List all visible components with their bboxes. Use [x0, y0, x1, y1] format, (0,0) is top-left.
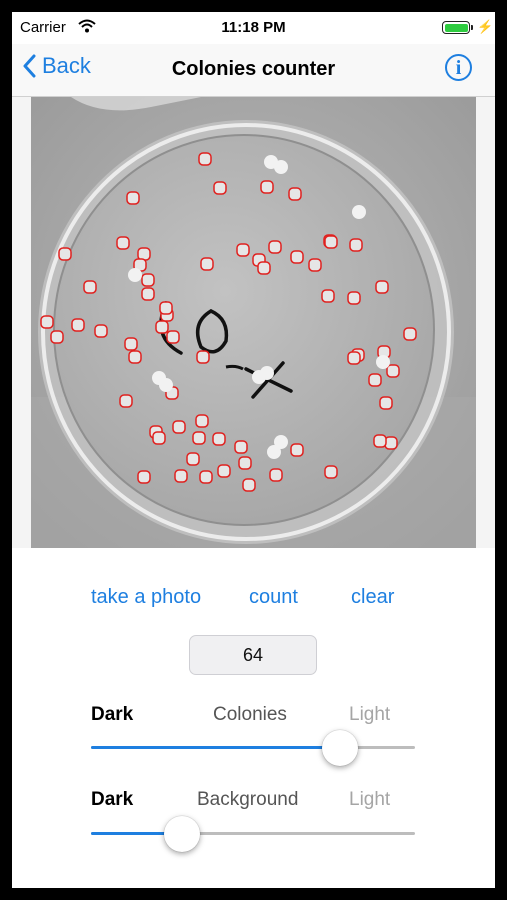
- colonies-slider[interactable]: [91, 746, 415, 749]
- colonies-slider-title: Colonies: [213, 704, 287, 725]
- background-dark-label: Dark: [91, 789, 134, 810]
- colony-marker: [199, 470, 213, 484]
- status-bar: Carrier 11:18 PM ⚡: [12, 12, 495, 44]
- colony-marker: [141, 287, 155, 301]
- colony-marker: [324, 465, 338, 479]
- colony-marker: [159, 301, 173, 315]
- battery-tip: [471, 25, 473, 30]
- colony-marker: [200, 257, 214, 271]
- colony-marker: [192, 431, 206, 445]
- unmarked-colony: [260, 366, 274, 380]
- colony-marker: [124, 337, 138, 351]
- colony-marker: [375, 280, 389, 294]
- colony-marker: [116, 236, 130, 250]
- colony-marker: [137, 470, 151, 484]
- colony-marker: [213, 181, 227, 195]
- colony-marker: [384, 436, 398, 450]
- colony-marker: [196, 350, 210, 364]
- unmarked-colony: [274, 160, 288, 174]
- colony-marker: [152, 431, 166, 445]
- unmarked-colony: [128, 268, 142, 282]
- colonies-slider-thumb[interactable]: [322, 730, 359, 766]
- background-slider-title: Background: [197, 789, 299, 810]
- count-button[interactable]: count: [249, 586, 298, 609]
- page-title: Colonies counter: [171, 58, 336, 80]
- battery-icon: [442, 21, 470, 34]
- colony-marker: [166, 330, 180, 344]
- colony-marker: [368, 373, 382, 387]
- colony-marker: [242, 478, 256, 492]
- colony-marker: [119, 394, 133, 408]
- colony-marker: [386, 364, 400, 378]
- background-light-label: Light: [349, 789, 391, 810]
- take-photo-button[interactable]: take a photo: [91, 586, 201, 609]
- colony-count-field: 64: [189, 635, 317, 675]
- colony-marker: [128, 350, 142, 364]
- colony-marker: [126, 191, 140, 205]
- unmarked-colony: [352, 205, 366, 219]
- action-bar: take a photo count clear: [12, 586, 495, 616]
- clock: 11:18 PM: [221, 19, 286, 36]
- colony-marker: [373, 434, 387, 448]
- colony-marker: [288, 187, 302, 201]
- colony-marker: [379, 396, 393, 410]
- unmarked-colony: [376, 355, 390, 369]
- colony-marker: [403, 327, 417, 341]
- colony-marker: [347, 351, 361, 365]
- info-button[interactable]: i: [445, 54, 472, 81]
- colony-marker: [238, 456, 252, 470]
- colony-marker: [234, 440, 248, 454]
- petri-dish-image: [12, 97, 495, 548]
- colony-marker: [40, 315, 54, 329]
- colony-marker: [83, 280, 97, 294]
- colony-marker: [349, 238, 363, 252]
- colony-marker: [257, 261, 271, 275]
- colonies-slider-fill: [91, 746, 341, 749]
- unmarked-colony: [274, 435, 288, 449]
- colony-marker: [50, 330, 64, 344]
- background-slider[interactable]: [91, 832, 415, 835]
- app-screen: Carrier 11:18 PM ⚡ Back Colonies counter…: [12, 12, 495, 888]
- colony-marker: [217, 464, 231, 478]
- background-slider-thumb[interactable]: [163, 816, 200, 852]
- colony-marker: [290, 250, 304, 264]
- colony-marker: [155, 320, 169, 334]
- colony-marker: [347, 291, 361, 305]
- colony-marker: [308, 258, 322, 272]
- colony-marker: [195, 414, 209, 428]
- colony-marker: [172, 420, 186, 434]
- colony-marker: [290, 443, 304, 457]
- colony-marker: [260, 180, 274, 194]
- colony-marker: [141, 273, 155, 287]
- petri-dish-svg: [31, 97, 476, 548]
- colonies-light-label: Light: [349, 704, 391, 725]
- colony-marker: [137, 247, 151, 261]
- colony-marker: [58, 247, 72, 261]
- colony-marker: [236, 243, 250, 257]
- colony-marker: [174, 469, 188, 483]
- colony-marker: [268, 240, 282, 254]
- colony-marker: [186, 452, 200, 466]
- colony-marker: [71, 318, 85, 332]
- colony-marker: [321, 289, 335, 303]
- navigation-bar: Back Colonies counter i: [12, 44, 495, 97]
- unmarked-colony: [159, 378, 173, 392]
- colony-marker: [94, 324, 108, 338]
- charging-icon: ⚡: [477, 19, 494, 34]
- colony-marker: [212, 432, 226, 446]
- colony-marker: [198, 152, 212, 166]
- clear-button[interactable]: clear: [351, 586, 394, 609]
- colony-marker: [324, 235, 338, 249]
- colony-marker: [269, 468, 283, 482]
- colonies-dark-label: Dark: [91, 704, 134, 725]
